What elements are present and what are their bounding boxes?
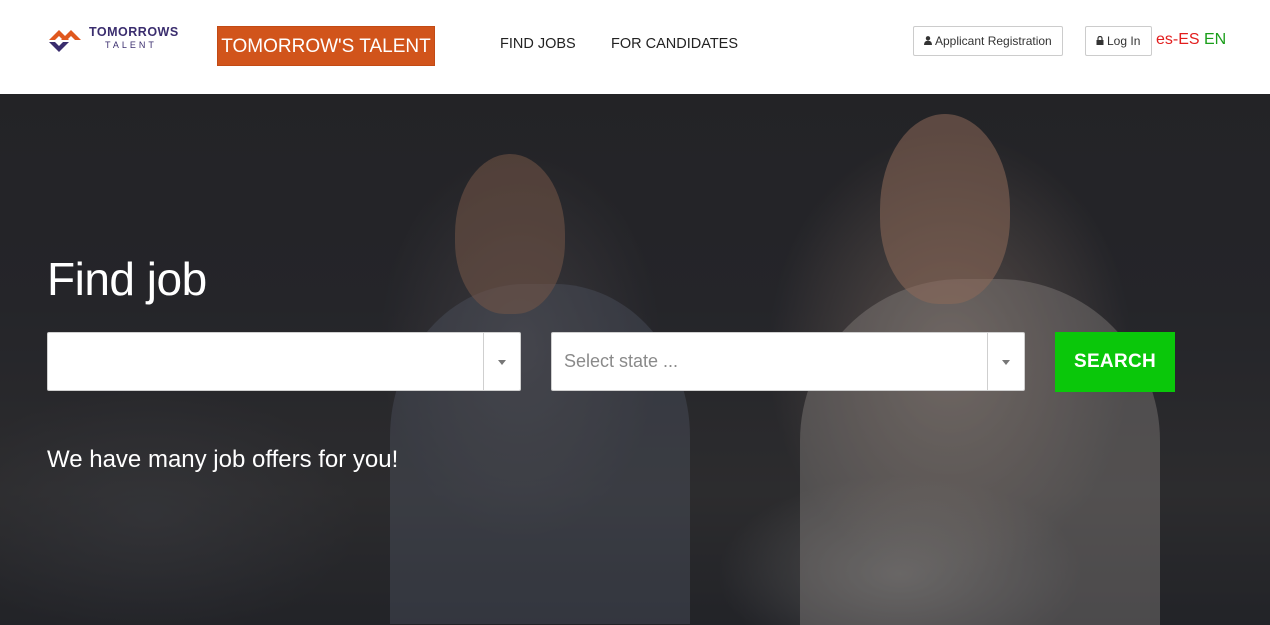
applicant-registration-button[interactable]: Applicant Registration [913, 26, 1063, 56]
tomorrows-talent-logo-icon [49, 30, 81, 52]
log-in-button[interactable]: Log In [1085, 26, 1152, 56]
chevron-down-icon [1002, 360, 1010, 365]
hero-title: Find job [47, 253, 207, 305]
keyword-select[interactable] [47, 332, 521, 391]
nav-find-jobs[interactable]: FIND JOBS [500, 36, 576, 52]
applicant-registration-label: Applicant Registration [935, 34, 1052, 48]
hero-banner: Find job Select state ... SEARCH We have… [0, 94, 1270, 625]
site-logo[interactable]: TOMORROWS TALENT [47, 22, 187, 54]
state-select-placeholder: Select state ... [564, 351, 679, 371]
state-select[interactable]: Select state ... [551, 332, 1025, 391]
language-es-link[interactable]: es-ES [1156, 31, 1200, 49]
log-in-label: Log In [1107, 34, 1141, 48]
language-en-link[interactable]: EN [1204, 31, 1226, 49]
logo-text-top: TOMORROWS [89, 25, 179, 39]
chevron-down-icon [498, 360, 506, 365]
site-header: TOMORROWS TALENT TOMORROW'S TALENT FIND … [0, 0, 1270, 94]
user-icon [924, 29, 932, 57]
brand-button[interactable]: TOMORROW'S TALENT [217, 26, 435, 66]
nav-for-candidates[interactable]: FOR CANDIDATES [611, 36, 738, 52]
search-button[interactable]: SEARCH [1055, 332, 1175, 392]
keyword-select-toggle[interactable] [483, 333, 520, 390]
state-select-toggle[interactable] [987, 333, 1024, 390]
logo-text-bottom: TALENT [105, 40, 157, 50]
lock-icon [1096, 29, 1104, 57]
hero-subtitle: We have many job offers for you! [47, 446, 399, 473]
